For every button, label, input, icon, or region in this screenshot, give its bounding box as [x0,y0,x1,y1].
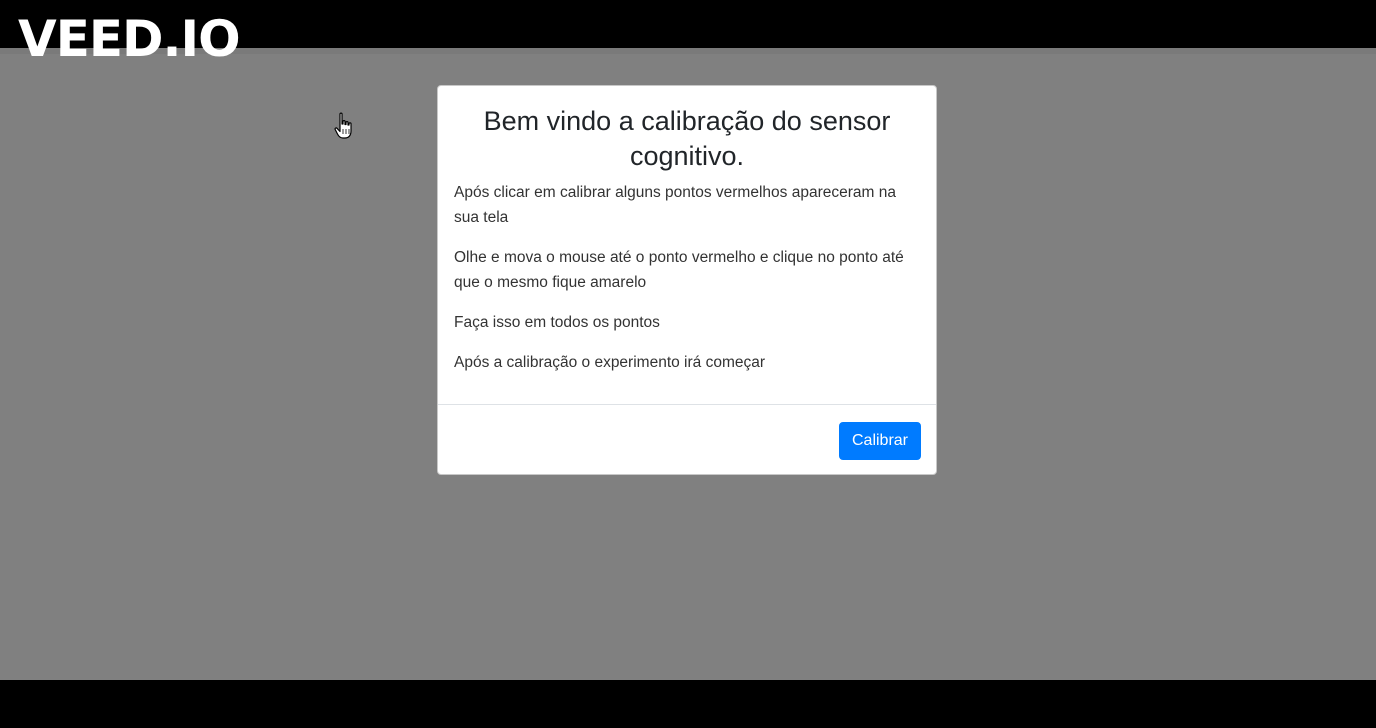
modal-title: Bem vindo a calibração do sensor cogniti… [483,106,891,171]
instruction-paragraph: Faça isso em todos os pontos [454,314,660,331]
instruction-paragraph: Após clicar em calibrar alguns pontos ve… [454,184,896,226]
veed-watermark-logo: VEED.IO [18,10,241,68]
bottom-letterbox [0,680,1376,728]
instruction-paragraph: Olhe e mova o mouse até o ponto vermelho… [454,249,904,291]
calibrate-button[interactable]: Calibrar [838,422,921,460]
hand-pointer-icon [334,112,354,140]
calibration-modal: Bem vindo a calibração do sensor cogniti… [437,85,937,475]
modal-body: Após clicar em calibrar alguns pontos ve… [438,174,936,375]
modal-footer: Calibrar [438,404,936,474]
instruction-paragraph: Após a calibração o experimento irá come… [454,354,766,371]
